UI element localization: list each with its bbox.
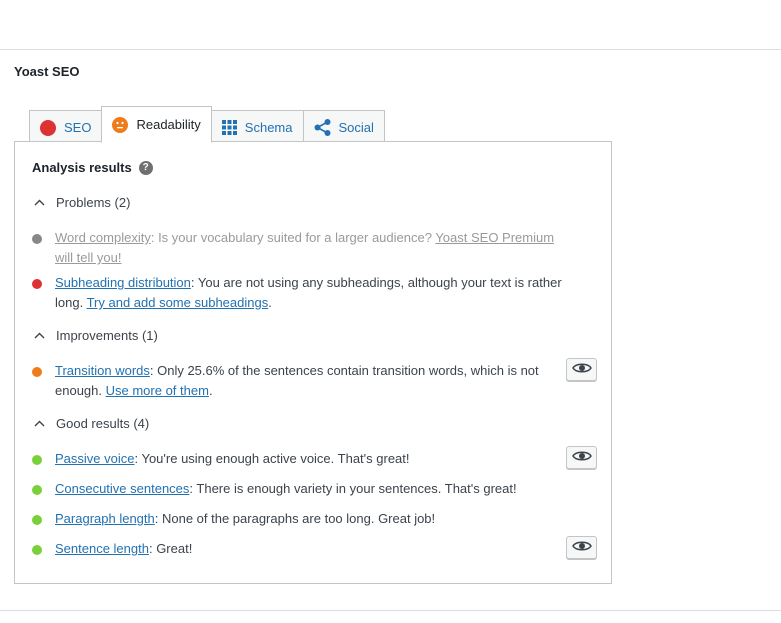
chevron-up-icon [32, 332, 46, 339]
share-icon [314, 119, 331, 136]
tab-seo[interactable]: SEO [29, 110, 103, 145]
use-more-link[interactable]: Use more of them [106, 383, 209, 398]
help-icon[interactable]: ? [138, 160, 153, 175]
orange-bullet-icon [32, 367, 42, 377]
grid-icon [221, 120, 237, 135]
red-bullet-icon [32, 279, 42, 289]
problems-toggle[interactable]: Problems (2) [32, 195, 130, 210]
tab-schema[interactable]: Schema [210, 110, 304, 145]
eye-icon [571, 361, 592, 379]
tab-seo-label: SEO [64, 120, 92, 135]
analysis-results-heading: Analysis results ? [32, 160, 153, 175]
green-bullet-icon [32, 455, 42, 465]
tab-readability[interactable]: Readability [101, 106, 212, 143]
result-text: Subheading distribution: You are not usi… [55, 275, 562, 310]
tab-social[interactable]: Social [302, 110, 385, 145]
word-complexity-link[interactable]: Word complexity [55, 230, 151, 245]
analysis-panel: Analysis results ? Problems (2) Word com… [14, 141, 612, 584]
top-divider [0, 49, 781, 50]
subheading-distribution-link[interactable]: Subheading distribution [55, 275, 191, 290]
tab-bar: SEO Readability Schema Social [29, 106, 385, 145]
transition-words-link[interactable]: Transition words [55, 363, 150, 378]
good-results-heading: Good results (4) [56, 416, 150, 431]
sentence-length-link[interactable]: Sentence length [55, 541, 149, 556]
eye-icon [571, 449, 592, 467]
green-bullet-icon [32, 485, 42, 495]
gray-bullet-icon [32, 234, 42, 244]
passive-voice-link[interactable]: Passive voice [55, 451, 134, 466]
highlight-sentence-length-button[interactable] [566, 536, 597, 559]
eye-icon [571, 539, 592, 557]
tab-readability-label: Readability [136, 117, 201, 132]
problems-heading: Problems (2) [56, 195, 131, 210]
bottom-divider [0, 610, 781, 611]
result-text: Consecutive sentences: There is enough v… [55, 481, 517, 496]
result-text: Transition words: Only 25.6% of the sent… [55, 363, 539, 398]
paragraph-length-link[interactable]: Paragraph length [55, 511, 155, 526]
tab-social-label: Social [338, 120, 374, 135]
orange-face-icon [112, 116, 129, 133]
chevron-up-icon [32, 199, 46, 206]
green-bullet-icon [32, 545, 42, 555]
highlight-passive-voice-button[interactable] [566, 446, 597, 469]
result-text: Paragraph length: None of the paragraphs… [55, 511, 436, 526]
result-text: Word complexity: Is your vocabulary suit… [55, 230, 555, 265]
highlight-transition-words-button[interactable] [566, 358, 597, 381]
improvements-heading: Improvements (1) [56, 328, 158, 343]
consecutive-sentences-link[interactable]: Consecutive sentences [55, 481, 189, 496]
green-bullet-icon [32, 515, 42, 525]
tab-schema-label: Schema [244, 120, 293, 135]
add-subheadings-link[interactable]: Try and add some subheadings [87, 295, 269, 310]
good-results-toggle[interactable]: Good results (4) [32, 416, 149, 431]
result-text: Passive voice: You're using enough activ… [55, 451, 410, 466]
panel-title: Yoast SEO [14, 64, 80, 79]
chevron-up-icon [32, 420, 46, 427]
result-text: Sentence length: Great! [55, 541, 193, 556]
improvements-toggle[interactable]: Improvements (1) [32, 328, 158, 343]
red-dot-icon [40, 119, 56, 136]
